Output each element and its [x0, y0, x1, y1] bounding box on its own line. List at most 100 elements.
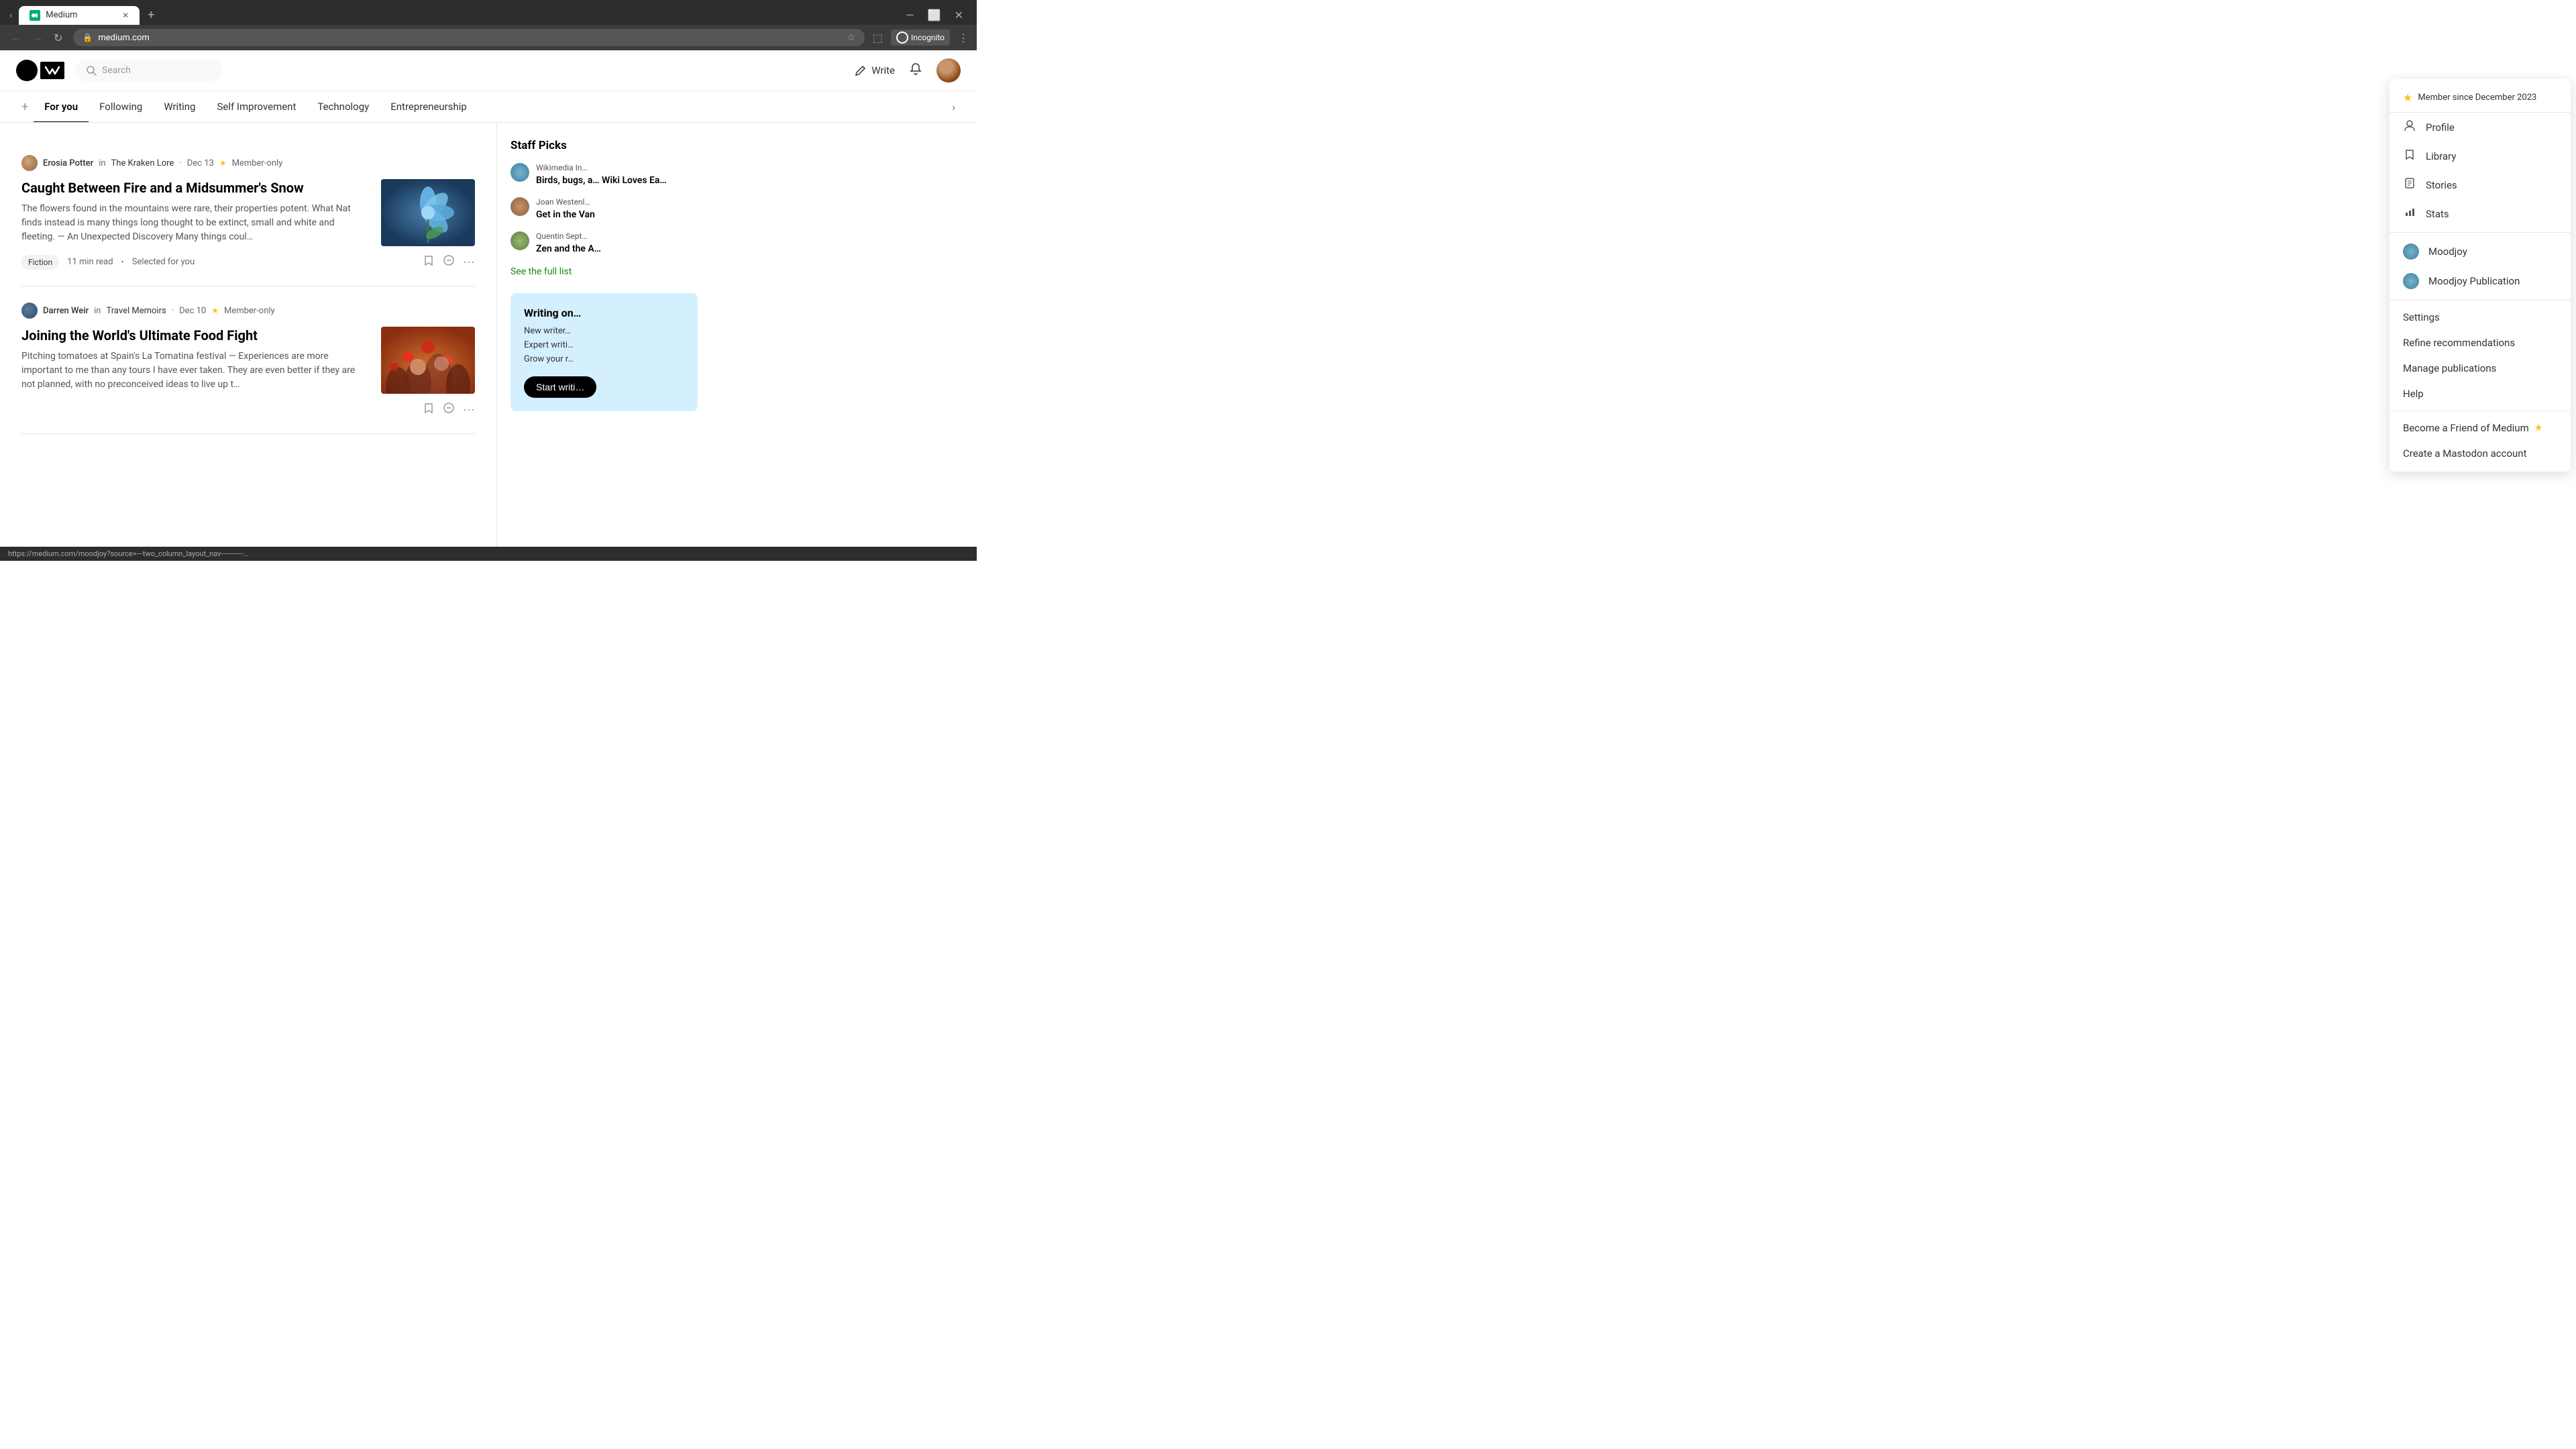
- minimize-button[interactable]: —: [903, 6, 917, 24]
- staff-pick-item: Quentin Sept… Zen and the A…: [511, 231, 698, 255]
- tab-self-improvement[interactable]: Self Improvement: [206, 91, 307, 122]
- staff-pick-title[interactable]: Birds, bugs, a… Wiki Loves Ea…: [536, 174, 667, 186]
- see-full-list-link[interactable]: See the full list: [511, 266, 698, 277]
- author-name[interactable]: Darren Weir: [43, 306, 89, 316]
- tab-writing[interactable]: Writing: [153, 91, 206, 122]
- article-meta: Erosia Potter in The Kraken Lore · Dec 1…: [21, 155, 475, 171]
- maximize-button[interactable]: ⬜: [925, 6, 944, 24]
- incognito-label: Incognito: [911, 33, 945, 42]
- refresh-button[interactable]: ↻: [51, 30, 65, 46]
- staff-pick-author: Quentin Sept…: [536, 231, 601, 241]
- author-avatar: [21, 155, 38, 171]
- staff-pick-title[interactable]: Get in the Van: [536, 209, 595, 221]
- medium-tab[interactable]: Medium ✕: [19, 6, 140, 25]
- forward-button[interactable]: →: [30, 30, 46, 46]
- logo-circle: [16, 60, 38, 81]
- menu-icon[interactable]: ⋮: [958, 32, 969, 44]
- article-title[interactable]: Joining the World's Ultimate Food Fight: [21, 327, 370, 344]
- writing-promo-title: Writing on…: [524, 307, 684, 319]
- article-tag[interactable]: Fiction: [21, 255, 59, 270]
- selected-for-you: Selected for you: [132, 257, 195, 267]
- save-button[interactable]: [423, 254, 435, 270]
- save-button[interactable]: [423, 402, 435, 417]
- logo-m-icon: [40, 62, 64, 79]
- article-date: Dec 10: [179, 306, 206, 316]
- incognito-icon: [896, 32, 908, 44]
- author-name[interactable]: Erosia Potter: [43, 158, 93, 168]
- promo-item-3: Grow your r…: [524, 354, 684, 364]
- browser-actions: ⬚ Incognito ⋮: [873, 30, 969, 46]
- browser-chrome: ‹ Medium ✕ + — ⬜ ✕ ← → ↻ 🔒 medium.com ☆ …: [0, 0, 977, 50]
- add-topic-button[interactable]: +: [16, 92, 34, 122]
- address-bar: ← → ↻ 🔒 medium.com ☆ ⬚ Incognito ⋮: [0, 25, 977, 50]
- staff-picks-title: Staff Picks: [511, 139, 698, 152]
- tab-title: Medium: [46, 10, 77, 20]
- dot-separator: ·: [179, 158, 181, 168]
- start-writing-button[interactable]: Start writi…: [524, 376, 596, 398]
- article-meta: Darren Weir in Travel Memoirs · Dec 10 ★…: [21, 303, 475, 319]
- medium-logo[interactable]: [16, 60, 64, 81]
- staff-pick-info: Joan Westenl… Get in the Van: [536, 197, 595, 221]
- tab-technology[interactable]: Technology: [307, 91, 380, 122]
- article-feed: Erosia Potter in The Kraken Lore · Dec 1…: [0, 123, 496, 547]
- food-image: [381, 327, 475, 394]
- writing-promo: Writing on… New writer… Expert writi… Gr…: [511, 293, 698, 411]
- author-avatar: [21, 303, 38, 319]
- new-tab-button[interactable]: +: [142, 5, 160, 25]
- more-options-button[interactable]: ···: [463, 255, 475, 269]
- member-star-icon: ★: [219, 158, 227, 168]
- nav-buttons: ← → ↻: [8, 30, 65, 46]
- article-text: Caught Between Fire and a Midsummer's Sn…: [21, 179, 370, 246]
- more-options-button[interactable]: ···: [463, 402, 475, 417]
- extensions-icon[interactable]: ⬚: [873, 32, 883, 44]
- incognito-button[interactable]: Incognito: [891, 30, 950, 46]
- staff-pick-item: Joan Westenl… Get in the Van: [511, 197, 698, 221]
- in-text: in: [99, 158, 105, 168]
- article-date: Dec 13: [187, 158, 214, 168]
- tab-following[interactable]: Following: [89, 91, 153, 122]
- article-body: Joining the World's Ultimate Food Fight …: [21, 327, 475, 394]
- write-icon: [854, 64, 867, 77]
- write-button[interactable]: Write: [854, 64, 895, 77]
- in-text: in: [94, 306, 101, 316]
- tab-favicon: [30, 10, 40, 21]
- search-bar[interactable]: Search: [75, 60, 223, 81]
- staff-pick-item: Wikimedia In… Birds, bugs, a… Wiki Loves…: [511, 163, 698, 186]
- user-avatar[interactable]: [936, 58, 961, 83]
- staff-pick-author: Joan Westenl…: [536, 197, 595, 207]
- bookmark-icon[interactable]: ☆: [847, 32, 855, 43]
- article-footer: ···: [21, 402, 475, 417]
- article-thumbnail[interactable]: [381, 179, 475, 246]
- tab-scroll-left[interactable]: ‹: [5, 7, 16, 23]
- member-star-icon: ★: [211, 306, 219, 315]
- tab-close-button[interactable]: ✕: [122, 11, 129, 20]
- close-button[interactable]: ✕: [952, 6, 966, 24]
- staff-pick-title[interactable]: Zen and the A…: [536, 243, 601, 255]
- avatar-image: [936, 58, 961, 83]
- url-bar[interactable]: 🔒 medium.com ☆: [73, 29, 865, 46]
- publication-name[interactable]: Travel Memoirs: [106, 306, 166, 316]
- write-label: Write: [871, 64, 895, 76]
- staff-pick-avatar: [511, 197, 529, 216]
- search-placeholder: Search: [102, 65, 131, 76]
- back-button[interactable]: ←: [8, 30, 24, 46]
- publication-name[interactable]: The Kraken Lore: [111, 158, 174, 168]
- browser-window-controls: — ⬜ ✕: [903, 6, 971, 24]
- notifications-bell[interactable]: [908, 62, 923, 80]
- dislike-button[interactable]: [443, 402, 455, 417]
- tab-entrepreneurship[interactable]: Entrepreneurship: [380, 91, 478, 122]
- article-excerpt: The flowers found in the mountains were …: [21, 202, 370, 244]
- nav-tabs: + For you Following Writing Self Improve…: [0, 91, 977, 123]
- article-title[interactable]: Caught Between Fire and a Midsummer's Sn…: [21, 179, 370, 197]
- medium-app: Search Write + For yo: [0, 50, 977, 547]
- search-icon: [86, 65, 97, 76]
- sidebar: Staff Picks Wikimedia In… Birds, bugs, a…: [496, 123, 711, 547]
- header-right: Write: [854, 58, 961, 83]
- staff-pick-avatar: [511, 231, 529, 250]
- article-text: Joining the World's Ultimate Food Fight …: [21, 327, 370, 394]
- tab-for-you[interactable]: For you: [34, 91, 89, 122]
- dislike-button[interactable]: [443, 254, 455, 270]
- article-excerpt: Pitching tomatoes at Spain's La Tomatina…: [21, 350, 370, 392]
- article-thumbnail[interactable]: [381, 327, 475, 394]
- nav-tabs-scroll-right[interactable]: ›: [947, 93, 961, 121]
